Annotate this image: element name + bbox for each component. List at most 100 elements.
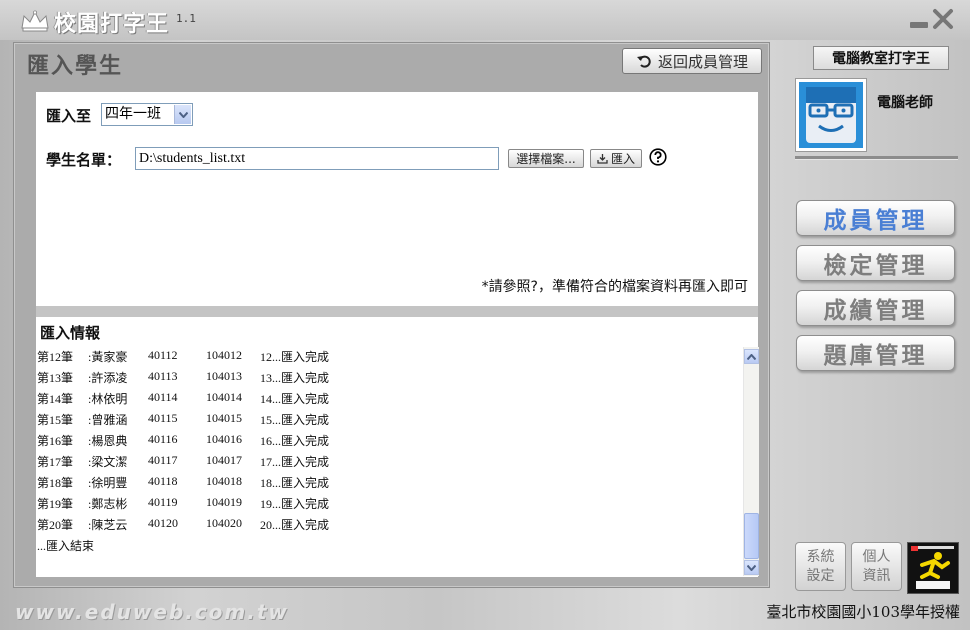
undo-arrow-icon	[636, 55, 651, 68]
import-students-panel: 匯入學生 返回成員管理 匯入至 四年一班 學生名單： D:\students_l…	[13, 42, 770, 588]
log-cell-name: :陳芝云	[88, 518, 128, 532]
personal-info-button[interactable]: 個人 資訊	[851, 542, 902, 591]
log-cell-status: 18...匯入完成	[260, 476, 330, 490]
log-cell-code: 104020	[206, 516, 242, 530]
log-cell-code: 104014	[206, 390, 242, 404]
log-cell-no: 第15筆	[37, 413, 74, 427]
personal-info-line1: 個人	[862, 548, 891, 565]
brand-logo-icon	[908, 543, 958, 593]
nav-certification-management[interactable]: 檢定管理	[796, 245, 955, 281]
log-cell-code: 104018	[206, 474, 242, 488]
chevron-up-icon	[747, 353, 756, 360]
app-title: 校園打字王	[54, 12, 170, 37]
log-cell-status: 20...匯入完成	[260, 518, 330, 532]
log-cell-no: 第20筆	[37, 518, 74, 532]
log-cell-id: 40118	[148, 474, 178, 488]
import-form: 匯入至 四年一班 學生名單： D:\students_list.txt 選擇檔案…	[36, 92, 758, 306]
minimize-button[interactable]	[910, 22, 928, 28]
back-to-members-button[interactable]: 返回成員管理	[622, 48, 762, 74]
section-divider	[36, 306, 758, 317]
log-cell-code: 104012	[206, 348, 242, 362]
log-cell-id: 40115	[148, 411, 178, 425]
log-end-line: ...匯入結束	[37, 539, 95, 553]
log-cell-status: 17...匯入完成	[260, 455, 330, 469]
log-cell-no: 第16筆	[37, 434, 74, 448]
log-cell-name: :林依明	[88, 392, 128, 406]
school-brand-logo	[907, 542, 959, 594]
log-cell-name: :黃家豪	[88, 350, 128, 364]
file-path-input[interactable]: D:\students_list.txt	[135, 147, 499, 170]
download-icon	[597, 154, 608, 164]
log-cell-no: 第19筆	[37, 497, 74, 511]
help-icon[interactable]	[649, 148, 667, 166]
log-cell-name: :鄭志彬	[88, 497, 128, 511]
scroll-up-button[interactable]	[744, 349, 759, 364]
class-select[interactable]: 四年一班	[101, 103, 193, 126]
log-cell-status: 14...匯入完成	[260, 392, 330, 406]
sidebar: 電腦教室打字王 電腦老師 成員管理 檢定管理 成績管理 題庫管理 系統 設定 個…	[782, 42, 970, 630]
log-cell-id: 40114	[148, 390, 178, 404]
nav-member-management[interactable]: 成員管理	[796, 200, 955, 236]
log-cell-code: 104016	[206, 432, 242, 446]
system-settings-line2: 設定	[806, 567, 835, 584]
app-window: 校園打字王 1.1 匯入學生 返回成員管理 匯入至 四年一班 學生名單： D:\…	[0, 0, 970, 630]
log-cell-id: 40113	[148, 369, 178, 383]
app-version: 1.1	[176, 12, 196, 25]
log-cell-id: 40119	[148, 495, 178, 509]
sidebar-divider	[795, 156, 958, 160]
student-list-label: 學生名單：	[46, 151, 122, 169]
import-button[interactable]: 匯入	[590, 149, 642, 168]
class-select-value: 四年一班	[105, 106, 161, 122]
teacher-avatar-icon	[799, 82, 863, 148]
close-icon[interactable]	[932, 8, 954, 30]
log-cell-no: 第18筆	[37, 476, 74, 490]
import-button-label: 匯入	[610, 152, 635, 166]
log-cell-code: 104015	[206, 411, 242, 425]
personal-info-line2: 資訊	[862, 567, 891, 584]
nav-label: 檢定管理	[823, 253, 928, 279]
chevron-down-icon	[747, 564, 756, 571]
log-scrollbar[interactable]	[743, 347, 759, 576]
log-cell-status: 12...匯入完成	[260, 350, 330, 364]
browse-file-button[interactable]: 選擇檔案...	[508, 149, 584, 168]
log-cell-id: 40117	[148, 453, 178, 467]
website-url: www.eduweb.com.tw	[15, 600, 289, 624]
log-cell-no: 第14筆	[37, 392, 74, 406]
nav-label: 成績管理	[823, 298, 928, 324]
log-cell-no: 第13筆	[37, 371, 74, 385]
scroll-thumb[interactable]	[744, 513, 759, 559]
log-cell-code: 104019	[206, 495, 242, 509]
browse-button-label: 選擇檔案...	[516, 152, 576, 166]
nav-score-management[interactable]: 成績管理	[796, 290, 955, 326]
panel-title: 匯入學生	[27, 54, 124, 79]
nav-label: 題庫管理	[823, 343, 928, 369]
log-cell-name: :曾雅涵	[88, 413, 128, 427]
log-cell-status: 19...匯入完成	[260, 497, 330, 511]
scroll-down-button[interactable]	[744, 560, 759, 575]
system-settings-button[interactable]: 系統 設定	[795, 542, 846, 591]
back-button-label: 返回成員管理	[657, 52, 748, 71]
avatar	[795, 78, 867, 152]
log-cell-id: 40112	[148, 348, 178, 362]
log-cell-no: 第12筆	[37, 350, 74, 364]
log-cell-status: 13...匯入完成	[260, 371, 330, 385]
lab-title: 電腦教室打字王	[813, 46, 949, 70]
log-cell-id: 40120	[148, 516, 178, 530]
title-bar: 校園打字王 1.1	[0, 0, 970, 40]
nav-label: 成員管理	[823, 208, 928, 234]
import-to-label: 匯入至	[46, 107, 92, 125]
log-cell-status: 15...匯入完成	[260, 413, 330, 427]
import-note: *請參照?，準備符合的檔案資料再匯入即可	[481, 279, 748, 295]
log-cell-code: 104017	[206, 453, 242, 467]
log-cell-id: 40116	[148, 432, 178, 446]
system-settings-line1: 系統	[806, 548, 835, 565]
nav-question-bank-management[interactable]: 題庫管理	[796, 335, 955, 371]
log-cell-name: :梁文潔	[88, 455, 128, 469]
chevron-down-icon	[174, 105, 191, 124]
license-text: 臺北市校園國小103學年授權	[766, 603, 960, 621]
crown-logo-icon	[21, 10, 49, 32]
info-title: 匯入情報	[40, 324, 101, 342]
log-cell-code: 104013	[206, 369, 242, 383]
log-cell-name: :楊恩典	[88, 434, 128, 448]
log-cell-name: :許添凌	[88, 371, 128, 385]
